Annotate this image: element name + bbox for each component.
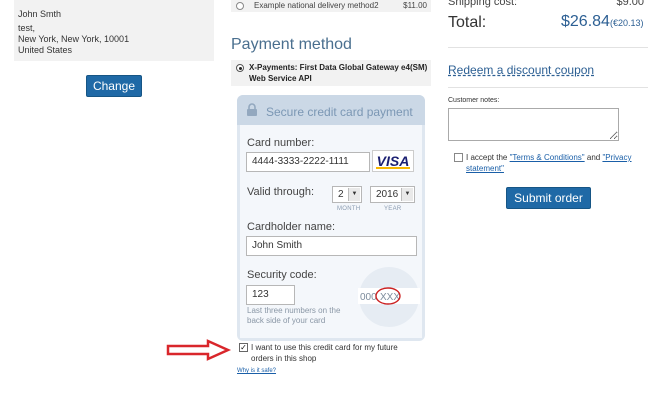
divider [448, 47, 648, 48]
cardholder-label: Cardholder name: [247, 221, 336, 233]
save-card-label: I want to use this credit card for my fu… [251, 343, 398, 363]
payment-option-label: X-Payments: First Data Global Gateway e4… [249, 63, 428, 83]
redeem-coupon-link[interactable]: Redeem a discount coupon [448, 63, 594, 77]
shipping-option-label: Example national delivery method2 [254, 1, 379, 10]
save-card-checkbox[interactable]: ✓ [239, 343, 248, 352]
year-hint: YEAR [384, 206, 402, 212]
divider [448, 87, 648, 88]
security-code-label: Security code: [247, 269, 317, 281]
security-code-hint: Last three numbers on the back side of y… [247, 306, 341, 325]
total-label: Total: [448, 14, 487, 31]
why-safe-link[interactable]: Why is it safe? [237, 368, 276, 374]
terms-checkbox[interactable] [454, 153, 463, 162]
card-back-illustration: 000 XXX [358, 267, 420, 327]
red-arrow-icon [166, 339, 232, 361]
address-box: John Smth test, New York, New York, 1000… [14, 0, 214, 61]
terms-and: and [584, 153, 603, 162]
credit-card-header: Secure credit card payment [237, 95, 425, 125]
shipping-cost-value: $9.00 [616, 0, 644, 8]
address-line: New York, New York, 10001 [18, 34, 130, 44]
expiry-year-select[interactable]: 2016 ▼ [370, 186, 415, 203]
card-number-input[interactable]: 4444-3333-2222-1111 [246, 152, 370, 172]
expiry-month-select[interactable]: 2 ▼ [332, 186, 362, 203]
customer-notes-input[interactable] [448, 108, 619, 141]
total-value: $26.84 [561, 13, 610, 30]
shipping-radio[interactable] [236, 2, 244, 10]
shipping-option[interactable]: Example national delivery method2 $11.00 [231, 0, 431, 12]
visa-logo: VISA [372, 150, 414, 172]
credit-card-form: Card number: 4444-3333-2222-1111 VISA Va… [240, 125, 422, 338]
payment-radio[interactable] [236, 64, 244, 72]
credit-card-title: Secure credit card payment [266, 105, 413, 119]
expiry-year-value: 2016 [376, 189, 399, 200]
cardholder-input[interactable]: John Smith [246, 236, 417, 256]
terms-prefix: I accept the [466, 153, 510, 162]
terms-link[interactable]: "Terms & Conditions" [510, 153, 585, 162]
shipping-cost-label: Shipping cost: [448, 0, 518, 8]
terms-label: I accept the "Terms & Conditions" and "P… [466, 152, 650, 174]
address-name: John Smth [18, 9, 62, 19]
lock-icon [247, 103, 257, 116]
cvv-digits: 000 [360, 292, 377, 303]
customer-notes-label: Customer notes: [448, 97, 500, 104]
card-number-label: Card number: [247, 137, 315, 149]
valid-through-label: Valid through: [247, 186, 315, 198]
chevron-down-icon: ▼ [348, 188, 360, 201]
month-hint: MONTH [337, 206, 361, 212]
shipping-option-price: $11.00 [403, 1, 427, 10]
payment-method-heading: Payment method [231, 36, 352, 53]
credit-card-panel: Secure credit card payment Card number: … [237, 95, 425, 341]
change-address-button[interactable]: Change [86, 75, 142, 97]
expiry-month-value: 2 [338, 189, 344, 200]
security-code-input[interactable]: 123 [246, 285, 295, 305]
address-line: test, [18, 23, 36, 33]
submit-order-button[interactable]: Submit order [506, 187, 591, 209]
address-line: United States [18, 45, 73, 55]
chevron-down-icon: ▼ [401, 188, 413, 201]
total-alt-currency: (€20.13) [610, 18, 644, 28]
payment-option[interactable]: X-Payments: First Data Global Gateway e4… [231, 60, 431, 86]
